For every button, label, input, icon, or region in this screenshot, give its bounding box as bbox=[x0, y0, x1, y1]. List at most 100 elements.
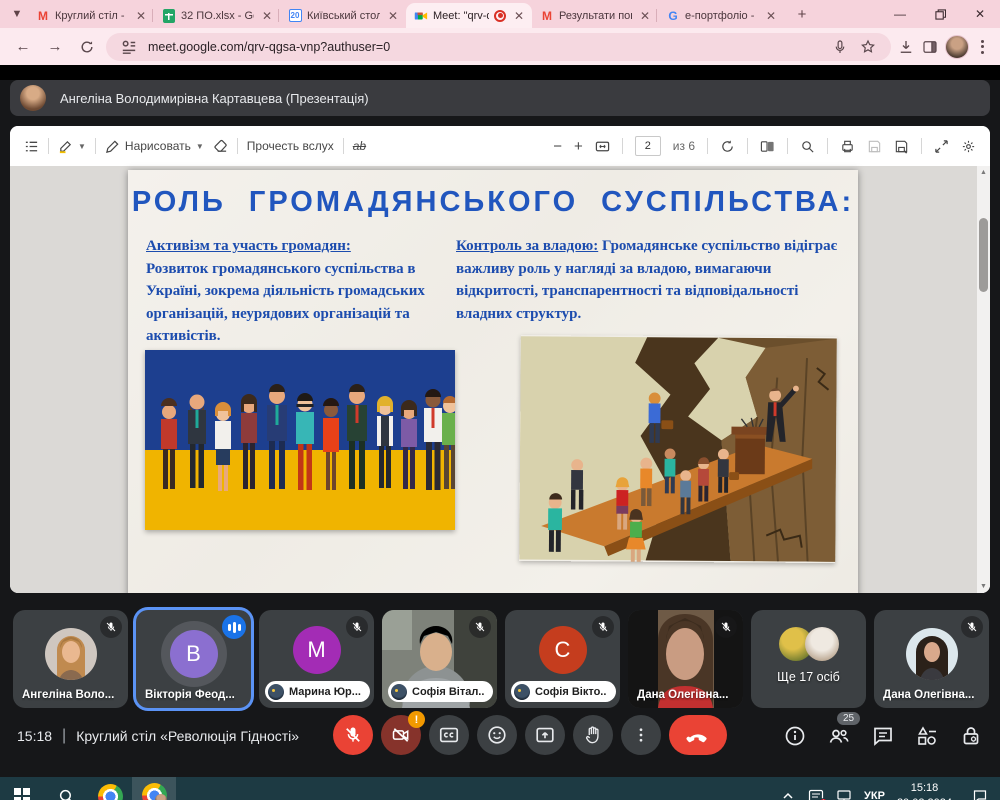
network-icon[interactable] bbox=[836, 788, 852, 800]
mic-off-icon bbox=[346, 616, 368, 638]
address-bar[interactable]: meet.google.com/qrv-qgsa-vnp?authuser=0 bbox=[106, 33, 891, 61]
scrollbar-thumb[interactable] bbox=[979, 218, 988, 292]
highlighter-button[interactable]: ▼ bbox=[58, 139, 86, 154]
participant-name: Марина Юр... bbox=[289, 686, 361, 698]
tab-close-icon[interactable]: ✕ bbox=[385, 8, 401, 24]
site-info-icon[interactable] bbox=[120, 38, 138, 56]
tab-search-chevron-icon[interactable]: ▼ bbox=[6, 3, 28, 25]
notification-center-icon[interactable] bbox=[972, 788, 988, 800]
tab-calendar[interactable]: 20 Київський столич ✕ bbox=[280, 3, 406, 28]
tab-close-icon[interactable]: ✕ bbox=[133, 8, 149, 24]
participant-tile-dana-video[interactable]: Дана Олегівна... bbox=[628, 610, 743, 708]
participant-name: Дана Олегівна... bbox=[637, 689, 728, 701]
tab-sheets[interactable]: 32 ПО.xlsx - Goog ✕ bbox=[154, 3, 280, 28]
print-icon[interactable] bbox=[840, 139, 855, 154]
forward-icon[interactable]: → bbox=[42, 34, 68, 60]
minimize-button[interactable]: — bbox=[880, 0, 920, 28]
tray-app-icon[interactable]: ! bbox=[808, 788, 824, 800]
participant-tile-sofiia-vital[interactable]: Софія Вітал... bbox=[382, 610, 497, 708]
new-tab-button[interactable]: + bbox=[790, 2, 814, 26]
browser-menu-icon[interactable] bbox=[975, 40, 990, 54]
bookmark-star-icon[interactable] bbox=[859, 38, 877, 56]
fullscreen-icon[interactable] bbox=[934, 139, 949, 154]
close-button[interactable]: ✕ bbox=[960, 0, 1000, 28]
restore-button[interactable] bbox=[920, 0, 960, 28]
download-icon[interactable] bbox=[897, 38, 915, 56]
search-icon[interactable] bbox=[800, 139, 815, 154]
call-buttons: ! bbox=[333, 715, 727, 755]
document-scrollbar[interactable]: ▲ ▼ bbox=[977, 166, 990, 593]
zoom-in-icon[interactable]: + bbox=[574, 138, 583, 155]
raise-hand-button[interactable] bbox=[573, 715, 613, 755]
taskbar-chrome-active-button[interactable] bbox=[132, 777, 176, 800]
reactions-button[interactable] bbox=[477, 715, 517, 755]
activities-icon[interactable] bbox=[915, 724, 939, 748]
pdf-document-area[interactable]: РОЛЬ ГРОМАДЯНСЬКОГО СУСПІЛЬСТВА: Активіз… bbox=[10, 166, 990, 593]
save-icon[interactable] bbox=[867, 139, 882, 154]
profile-mini-avatar bbox=[155, 794, 167, 800]
mini-avatar bbox=[391, 684, 407, 700]
draw-button[interactable]: Нарисовать ▼ bbox=[105, 139, 204, 154]
meet-icon bbox=[414, 9, 428, 23]
presenter-banner[interactable]: Ангеліна Володимирівна Картавцева (Презе… bbox=[10, 80, 990, 116]
taskbar-time: 15:18 bbox=[911, 782, 939, 794]
page-view-icon[interactable] bbox=[760, 139, 775, 154]
participant-tile-viktoriia-speaking[interactable]: В Вікторія Феод... bbox=[136, 610, 251, 708]
host-controls-lock-icon[interactable] bbox=[959, 724, 983, 748]
tab-close-icon[interactable]: ✕ bbox=[511, 8, 527, 24]
tab-meet-active[interactable]: Meet: "qrv-qgs ✕ bbox=[406, 3, 532, 28]
captions-button[interactable] bbox=[429, 715, 469, 755]
taskbar-search-button[interactable] bbox=[44, 777, 88, 800]
more-options-button[interactable] bbox=[621, 715, 661, 755]
tab-gmail-search[interactable]: M Результати пошук ✕ bbox=[532, 3, 658, 28]
back-icon[interactable]: ← bbox=[10, 34, 36, 60]
translate-icon[interactable]: ab bbox=[353, 139, 366, 153]
taskbar-clock[interactable]: 15:18 20.02.2024 bbox=[897, 781, 952, 800]
chat-panel-icon[interactable] bbox=[871, 724, 895, 748]
slide-left-column: Активізм та участь громадян: Розвиток гр… bbox=[146, 235, 442, 348]
tab-close-icon[interactable]: ✕ bbox=[763, 8, 779, 24]
contents-icon[interactable] bbox=[24, 139, 39, 154]
fit-width-icon[interactable] bbox=[595, 139, 610, 154]
scroll-down-icon[interactable]: ▼ bbox=[980, 580, 987, 593]
mic-off-icon bbox=[469, 616, 491, 638]
reload-icon[interactable] bbox=[74, 34, 100, 60]
mic-off-icon bbox=[961, 616, 983, 638]
participant-tile-sofiia-vikto[interactable]: С Софія Вікто... bbox=[505, 610, 620, 708]
chevron-down-icon: ▼ bbox=[196, 142, 204, 151]
mic-off-icon bbox=[343, 725, 363, 745]
participant-tile-maryna[interactable]: М Марина Юр... bbox=[259, 610, 374, 708]
start-button[interactable] bbox=[0, 777, 44, 800]
scroll-up-icon[interactable]: ▲ bbox=[980, 166, 987, 179]
participant-name: Ангеліна Воло... bbox=[22, 689, 114, 701]
end-call-button[interactable] bbox=[669, 715, 727, 755]
eraser-icon[interactable] bbox=[213, 139, 228, 154]
participant-tile-overflow[interactable]: Ще 17 осіб bbox=[751, 610, 866, 708]
participant-tile-dana-photo[interactable]: Дана Олегівна... bbox=[874, 610, 989, 708]
tray-expand-chevron-icon[interactable] bbox=[780, 788, 796, 800]
settings-gear-icon[interactable] bbox=[961, 139, 976, 154]
url-text[interactable]: meet.google.com/qrv-qgsa-vnp?authuser=0 bbox=[148, 40, 821, 54]
page-number-input[interactable]: 2 bbox=[635, 136, 661, 156]
tab-close-icon[interactable]: ✕ bbox=[259, 8, 275, 24]
voice-search-mic-icon[interactable] bbox=[831, 38, 849, 56]
profile-avatar[interactable] bbox=[945, 35, 969, 59]
zoom-out-icon[interactable]: − bbox=[553, 138, 562, 155]
taskbar-chrome-button[interactable] bbox=[88, 777, 132, 800]
rotate-icon[interactable] bbox=[720, 139, 735, 154]
side-panel-icon[interactable] bbox=[921, 38, 939, 56]
tab-close-icon[interactable]: ✕ bbox=[637, 8, 653, 24]
tab-label: Результати пошук bbox=[559, 10, 632, 22]
read-aloud-button[interactable]: Прочесть вслух bbox=[247, 139, 334, 153]
meeting-details-info-icon[interactable] bbox=[783, 724, 807, 748]
mic-off-icon bbox=[100, 616, 122, 638]
mic-toggle-button[interactable] bbox=[333, 715, 373, 755]
participant-tile-anhelina[interactable]: Ангеліна Воло... bbox=[13, 610, 128, 708]
people-panel-button[interactable]: 25 bbox=[827, 724, 851, 748]
camera-toggle-button[interactable]: ! bbox=[381, 715, 421, 755]
tab-google-eportfolio[interactable]: G е-портфоліо - Go ✕ bbox=[658, 3, 784, 28]
language-indicator[interactable]: УКР bbox=[864, 790, 885, 800]
present-screen-button[interactable] bbox=[525, 715, 565, 755]
tab-gmail-kruglyi-stil[interactable]: M Круглий стіл - d.s ✕ bbox=[28, 3, 154, 28]
save-as-icon[interactable] bbox=[894, 139, 909, 154]
